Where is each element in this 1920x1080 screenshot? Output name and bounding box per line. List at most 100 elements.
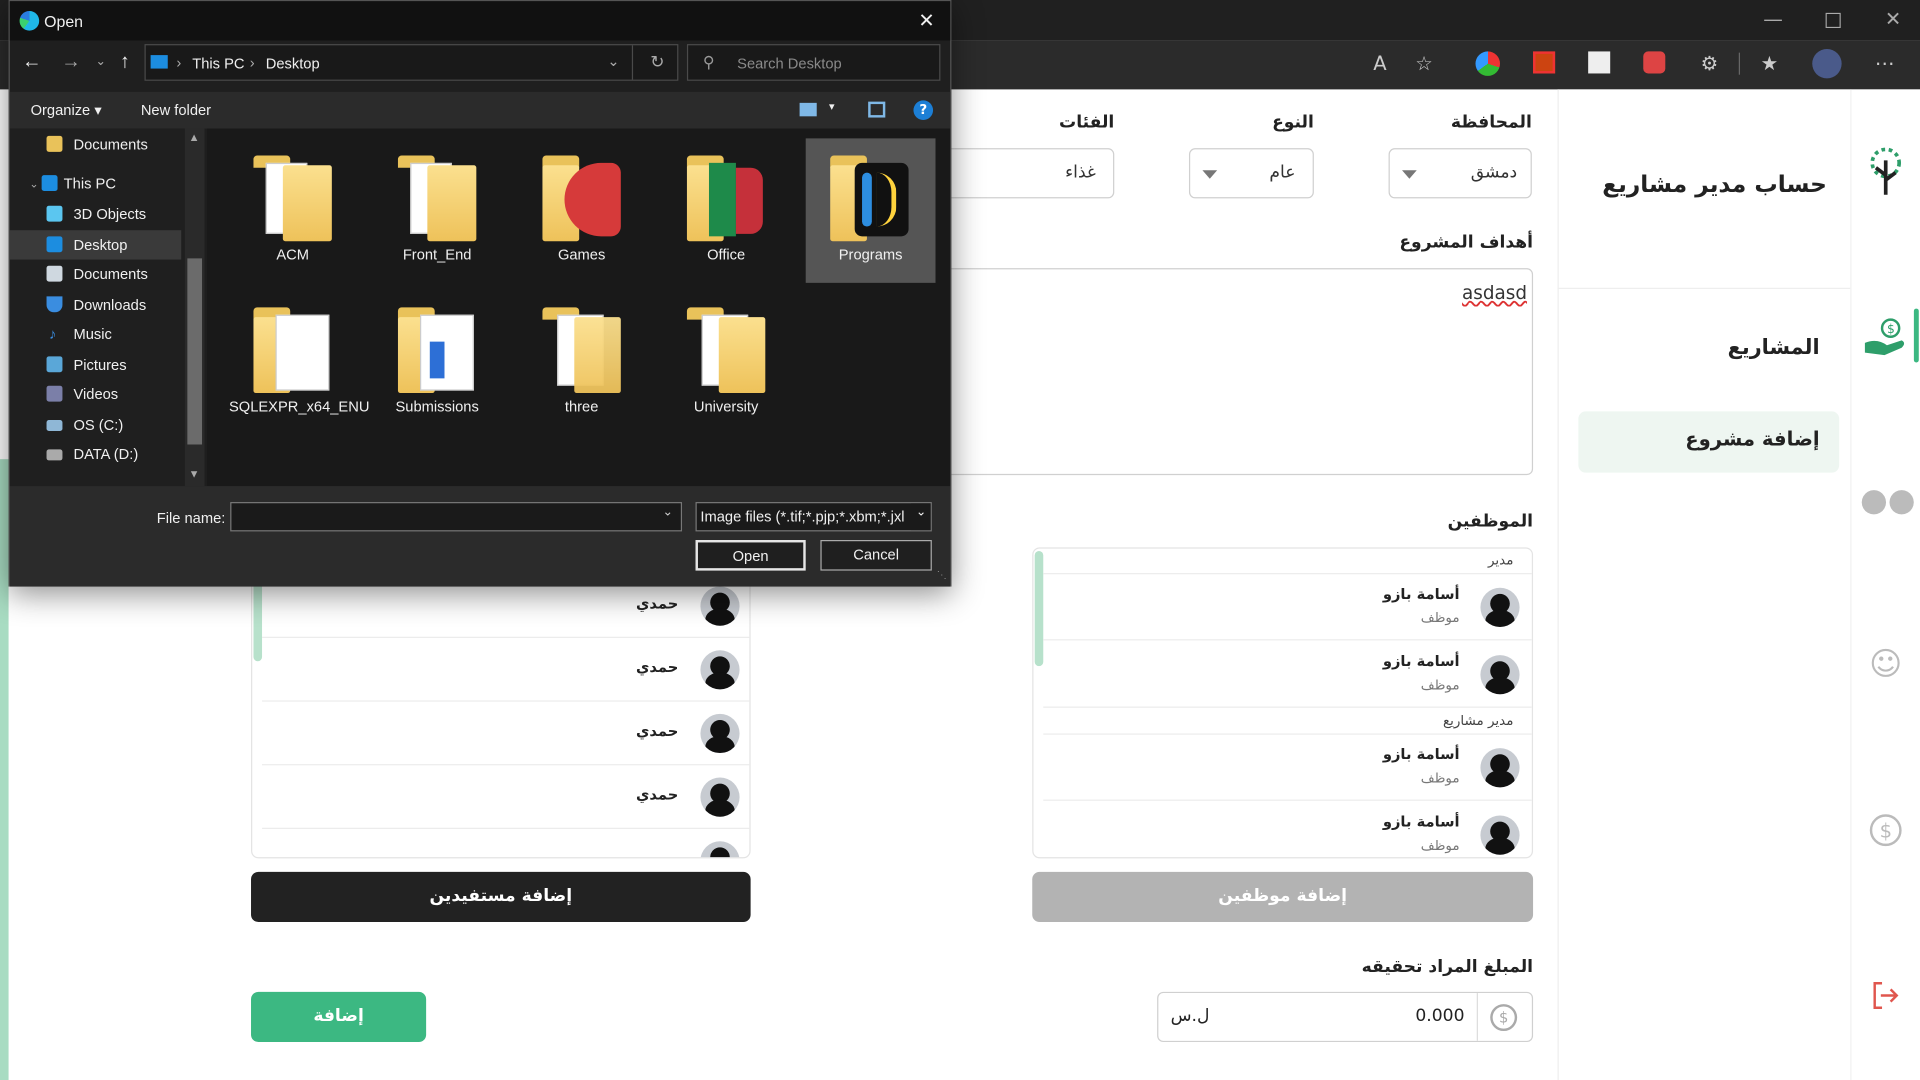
preview-pane-icon[interactable] [868,101,886,118]
profile-avatar[interactable] [1812,48,1842,79]
file-name-input[interactable]: ⌄ [230,502,683,532]
close-icon[interactable]: ✕ [918,9,934,33]
nav-item-add-project[interactable]: إضافة مشروع [1578,411,1840,473]
folder-item-selected[interactable]: Programs [805,138,936,283]
forward-icon[interactable]: → [61,51,81,73]
extension-icon[interactable] [1475,51,1501,76]
breadcrumb-separator: › [249,53,255,72]
address-dropdown-icon[interactable]: ⌄ [607,53,619,70]
cancel-button[interactable]: Cancel [820,540,932,571]
governorate-label: المحافظة [1450,112,1532,133]
up-icon[interactable]: ↑ [120,51,130,73]
beneficiary-row-partial[interactable] [262,829,749,858]
beneficiary-row[interactable]: حمدي [262,702,750,766]
extension-chart-icon[interactable] [1588,51,1611,74]
navigation-pane[interactable]: Documents ⌄ This PC 3D Objects Desktop Do… [9,128,206,487]
new-folder-button[interactable]: New folder [141,102,211,119]
category-select[interactable]: غذاء [930,148,1115,199]
folder-item[interactable]: Submissions [373,290,500,434]
folder-item[interactable]: Front_End [373,138,500,282]
dollar-icon[interactable]: $ [1860,804,1911,855]
nav-documents[interactable]: Documents [10,260,181,289]
currency-label: ل.س [1170,1006,1210,1027]
folder-item[interactable]: Games [518,138,645,282]
amount-input[interactable]: $ 0.000 ل.س [1157,991,1534,1043]
employee-name: أسامة بازو [1382,813,1460,831]
employees-list[interactable]: مدير أسامة بازو موظف أسامة بازو موظف مدي… [1032,547,1534,859]
users-add-icon[interactable]: ☺ [1860,639,1911,690]
minimize-icon[interactable]: — [1749,7,1798,30]
nav-documents-quick[interactable]: Documents [10,130,181,159]
extensions-icon[interactable]: ⚙ [1693,48,1725,80]
open-file-dialog[interactable]: Open ✕ ← → ⌄ ↑ › This PC › Desktop ⌄ ↻ ⚲… [8,0,952,587]
governorate-select[interactable]: دمشق [1388,148,1532,199]
dialog-titlebar[interactable]: Open ✕ [9,1,951,41]
folder-item[interactable]: Office [662,138,789,282]
beneficiary-row[interactable]: حمدي [262,638,750,702]
breadcrumb-desktop[interactable]: Desktop [266,55,320,72]
scroll-down-icon[interactable]: ▼ [189,468,200,480]
add-employees-button[interactable]: إضافة موظفين [1032,871,1534,923]
search-input[interactable]: ⚲ Search Desktop [686,44,941,81]
logout-icon[interactable] [1870,980,1902,1012]
employee-row[interactable]: أسامة بازو موظف [1043,574,1532,641]
nav-label: Documents [73,265,148,283]
pc-icon [150,55,168,69]
open-button[interactable]: Open [695,540,806,571]
more-menu-icon[interactable]: ⋯ [1869,48,1901,80]
nav-desktop[interactable]: Desktop [9,230,182,260]
nav-videos[interactable]: Videos [10,380,181,409]
file-type-select[interactable]: Image files (*.tif;*.pjp;*.xbm;*.jxl ⌄ [695,502,932,532]
group-icon[interactable]: ●● [1860,475,1916,526]
organize-button[interactable]: Organize ▾ [31,102,102,119]
scrollbar-thumb[interactable] [1034,551,1044,667]
nav-scrollbar[interactable]: ▲ ▼ [184,128,205,487]
nav-downloads[interactable]: Downloads [10,290,181,319]
type-select[interactable]: عام [1188,148,1314,199]
view-dropdown-icon[interactable]: ▾ [829,100,835,113]
hand-money-icon[interactable]: $ [1860,316,1911,360]
nav-music[interactable]: ♪ Music [10,320,181,349]
avatar [1480,815,1520,855]
folder-item[interactable]: ACM [229,138,356,282]
extension-puzzle-red-icon[interactable] [1643,51,1666,74]
favorite-add-icon[interactable]: ☆ [1408,48,1440,80]
close-window-icon[interactable]: ✕ [1869,7,1918,30]
folder-item[interactable]: University [662,290,789,434]
file-name-dropdown-icon[interactable]: ⌄ [662,506,672,519]
nav-drive-d[interactable]: DATA (D:) [10,440,181,469]
nav-section-projects[interactable]: المشاريع [1580,336,1820,360]
folder-item[interactable]: SQLEXPR_x64_ENU [229,290,369,434]
address-bar[interactable]: › This PC › Desktop ⌄ ↻ [144,44,679,81]
back-icon[interactable]: ← [22,51,42,73]
resize-grip-icon[interactable]: ⋱ [937,569,947,580]
employee-row[interactable]: أسامة بازو موظف [1043,802,1532,857]
add-beneficiaries-button[interactable]: إضافة مستفيدين [251,871,751,923]
nav-pictures[interactable]: Pictures [10,350,181,379]
pictures-icon [46,356,63,373]
folder-item[interactable]: three [518,290,645,434]
employee-row[interactable]: أسامة بازو موظف [1043,735,1532,801]
refresh-icon[interactable]: ↻ [650,51,664,72]
scroll-up-icon[interactable]: ▲ [189,131,200,143]
toolbar-divider [1738,52,1741,75]
nav-3d-objects[interactable]: 3D Objects [10,200,181,229]
employee-row[interactable]: أسامة بازو موظف [1043,642,1532,708]
view-options-icon[interactable] [799,102,817,117]
folder-name: three [564,397,599,416]
breadcrumb-this-pc[interactable]: This PC [192,55,244,72]
read-aloud-icon[interactable]: A [1364,48,1396,80]
scrollbar-thumb[interactable] [187,258,203,445]
extension-red-icon[interactable] [1533,51,1556,74]
beneficiaries-list[interactable]: حمدي حمدي حمدي حمدي [251,547,751,859]
file-type-dropdown-icon[interactable]: ⌄ [911,503,931,531]
nav-this-pc[interactable]: ⌄ This PC [10,169,181,198]
recent-chevron-icon[interactable]: ⌄ [96,55,106,68]
maximize-icon[interactable]: □ [1809,7,1858,30]
submit-add-button[interactable]: إضافة [251,991,427,1043]
goals-textarea[interactable]: asdasd [930,268,1534,476]
help-icon[interactable]: ? [913,100,934,121]
favorites-icon[interactable]: ★ [1753,48,1785,80]
nav-drive-c[interactable]: OS (C:) [10,410,181,439]
beneficiary-row[interactable]: حمدي [262,765,750,829]
